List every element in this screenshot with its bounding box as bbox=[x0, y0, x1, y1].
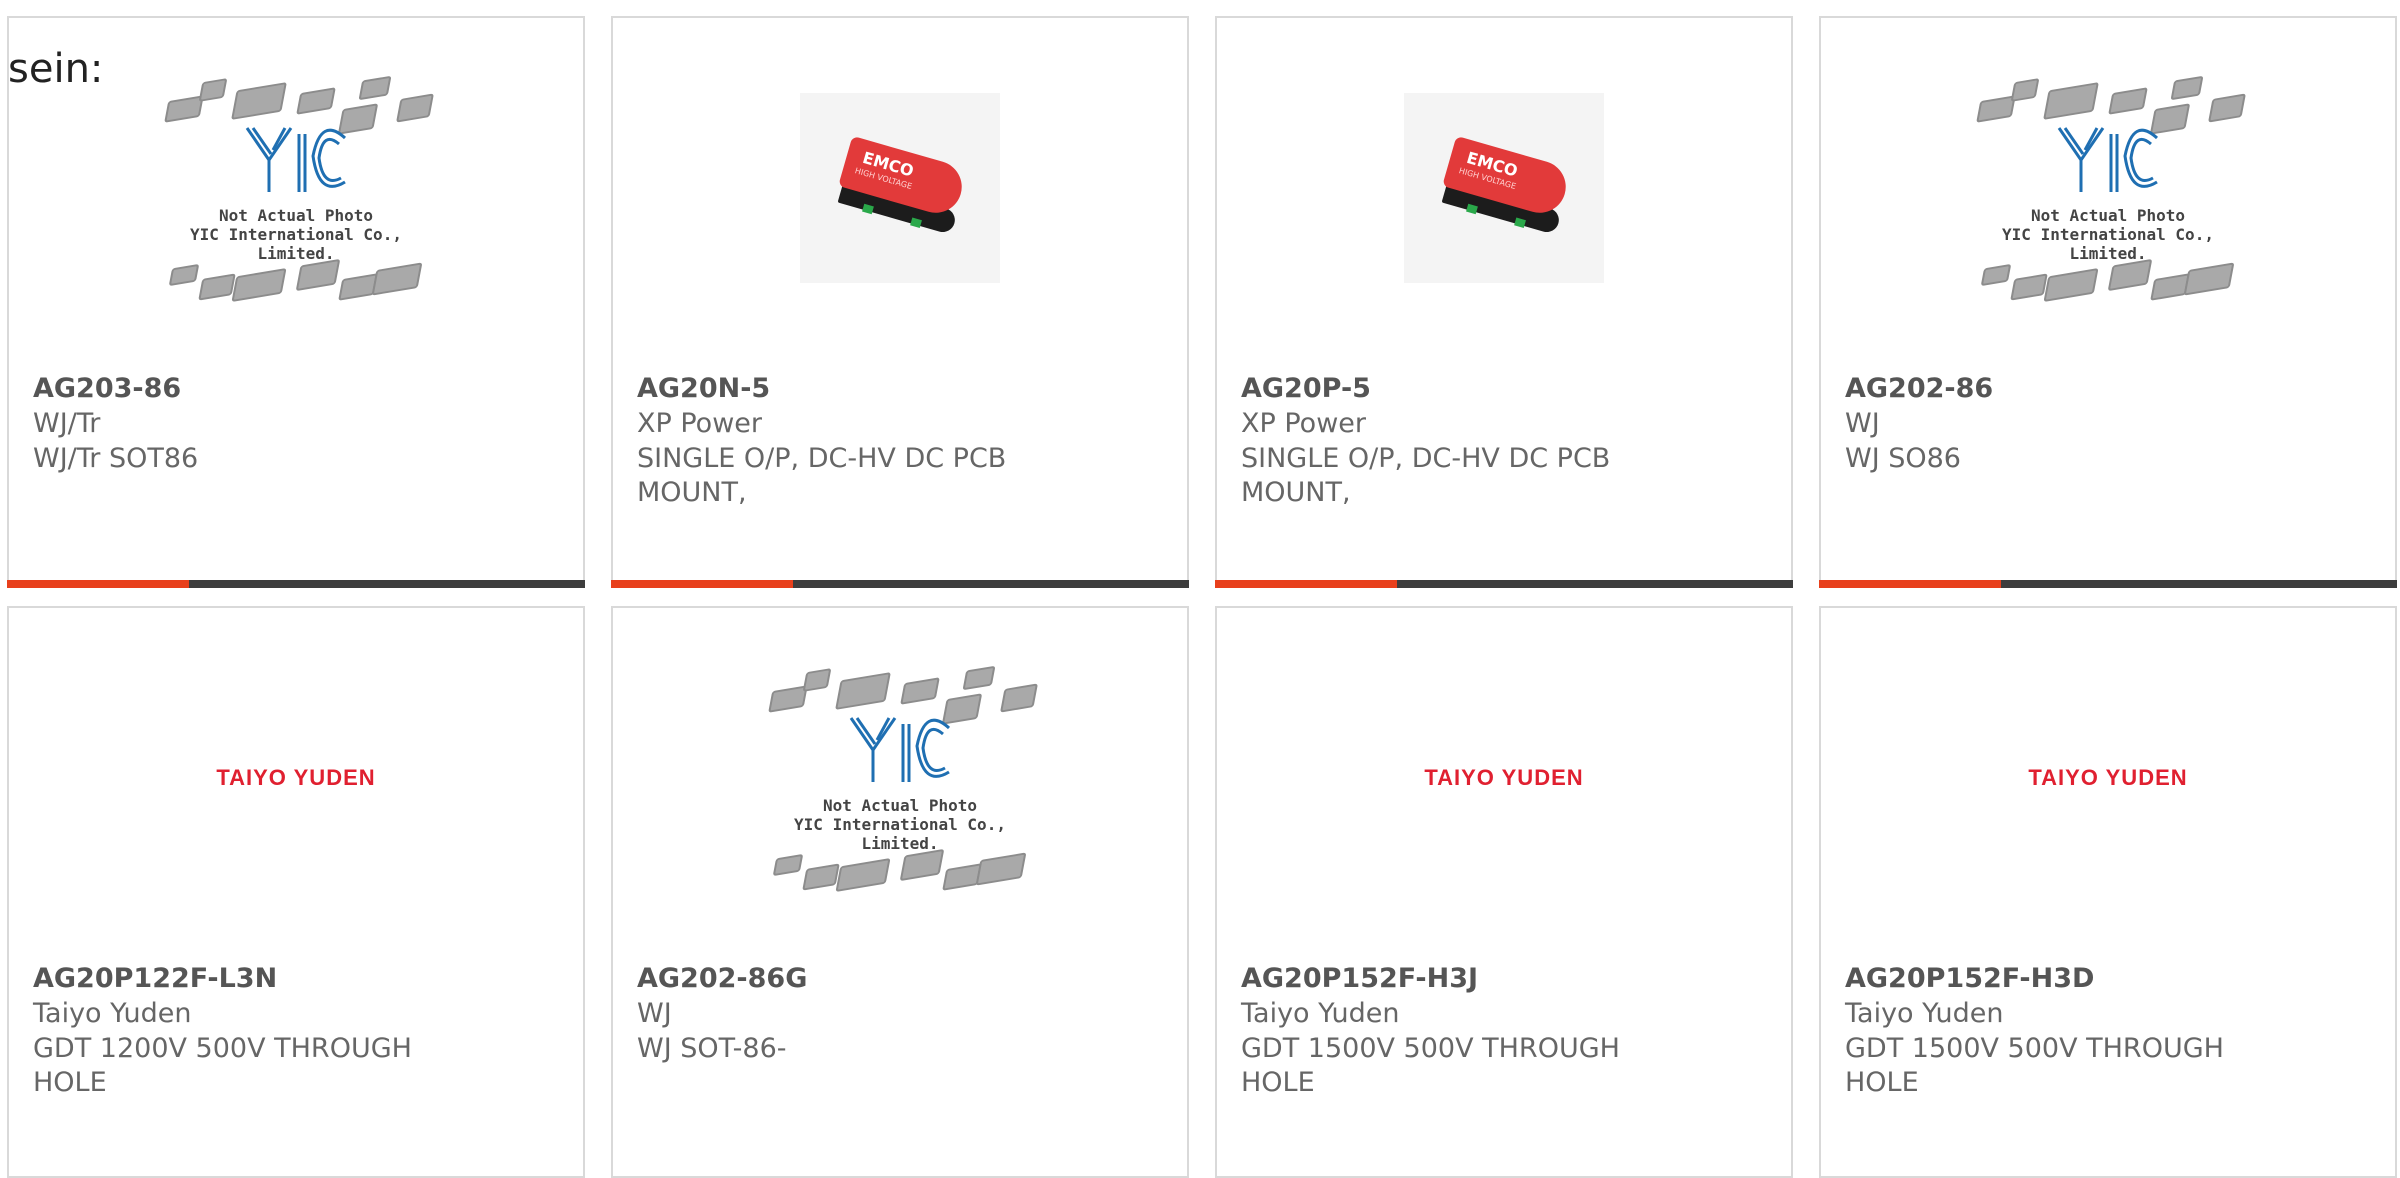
chip-graphic bbox=[231, 268, 287, 302]
chip-graphic bbox=[2107, 258, 2153, 292]
product-card[interactable]: EMCO HIGH VOLTAGE AG20P-5 XP Power SINGLE… bbox=[1215, 16, 1793, 588]
chip-graphic bbox=[198, 78, 228, 102]
taiyo-yuden-logo: TAIYO YUDEN bbox=[2028, 765, 2188, 790]
taiyo-yuden-logo: TAIYO YUDEN bbox=[216, 765, 376, 790]
chip-graphic bbox=[900, 677, 940, 705]
product-image[interactable]: Not Actual Photo YIC International Co., L… bbox=[1821, 18, 2395, 358]
placeholder-line2: YIC International Co., Limited. bbox=[190, 225, 402, 263]
product-manufacturer: Taiyo Yuden bbox=[1241, 998, 1400, 1029]
chip-graphic bbox=[2010, 78, 2040, 102]
product-grid: Not Actual Photo YIC International Co., L… bbox=[0, 0, 2400, 1178]
product-image[interactable]: TAIYO YUDEN bbox=[1217, 608, 1791, 948]
chip-graphic bbox=[2043, 82, 2099, 120]
card-bottom-bar bbox=[1819, 580, 2397, 588]
product-manufacturer: Taiyo Yuden bbox=[33, 998, 192, 1029]
chip-graphic bbox=[2170, 75, 2204, 101]
chip-graphic bbox=[295, 258, 341, 292]
chip-graphic bbox=[1980, 263, 2012, 287]
card-bottom-bar bbox=[611, 580, 1189, 588]
product-description: GDT 1500V 500V THROUGH HOLE bbox=[1241, 1033, 1620, 1098]
chip-graphic bbox=[2183, 262, 2235, 296]
chip-graphic bbox=[231, 82, 287, 120]
chip-graphic bbox=[358, 75, 392, 101]
product-card[interactable]: TAIYO YUDEN AG20P122F-L3N Taiyo Yuden GD… bbox=[7, 606, 585, 1178]
product-manufacturer: XP Power bbox=[1241, 408, 1366, 439]
product-description: SINGLE O/P, DC-HV DC PCB MOUNT, bbox=[637, 443, 1007, 508]
product-image[interactable]: Not Actual Photo YIC International Co., L… bbox=[613, 608, 1187, 948]
product-card[interactable]: TAIYO YUDEN AG20P152F-H3J Taiyo Yuden GD… bbox=[1215, 606, 1793, 1178]
chip-graphic bbox=[2043, 268, 2099, 302]
product-manufacturer: WJ/Tr bbox=[33, 408, 101, 439]
product-image[interactable]: EMCO HIGH VOLTAGE bbox=[1217, 18, 1791, 358]
chip-graphic bbox=[975, 852, 1027, 886]
placeholder-line1: Not Actual Photo bbox=[2030, 206, 2186, 225]
placeholder-line2: YIC International Co., Limited. bbox=[794, 815, 1006, 853]
chip-graphic bbox=[962, 665, 996, 691]
chip-graphic bbox=[371, 262, 423, 296]
placeholder-line2: YIC International Co., Limited. bbox=[2002, 225, 2214, 263]
product-part-number[interactable]: AG202-86G bbox=[637, 963, 807, 994]
yic-placeholder-image: Not Actual Photo YIC International Co., L… bbox=[161, 68, 434, 308]
product-part-number[interactable]: AG203-86 bbox=[33, 373, 181, 404]
product-card[interactable]: Not Actual Photo YIC International Co., L… bbox=[611, 606, 1189, 1178]
placeholder-line1: Not Actual Photo bbox=[822, 796, 978, 815]
emco-module-icon: EMCO HIGH VOLTAGE bbox=[1436, 135, 1572, 240]
product-image[interactable]: TAIYO YUDEN bbox=[9, 608, 583, 948]
product-manufacturer: Taiyo Yuden bbox=[1845, 998, 2004, 1029]
product-description: SINGLE O/P, DC-HV DC PCB MOUNT, bbox=[1241, 443, 1611, 508]
product-description: WJ/Tr SOT86 bbox=[33, 443, 199, 474]
chip-graphic bbox=[2150, 273, 2190, 301]
chip-graphic bbox=[168, 263, 200, 287]
product-image[interactable]: EMCO HIGH VOLTAGE bbox=[613, 18, 1187, 358]
chip-graphic bbox=[296, 87, 336, 115]
product-part-number[interactable]: AG20P152F-H3D bbox=[1845, 963, 2094, 994]
product-image[interactable]: TAIYO YUDEN bbox=[1821, 608, 2395, 948]
taiyo-yuden-logo: TAIYO YUDEN bbox=[1424, 765, 1584, 790]
product-card[interactable]: EMCO HIGH VOLTAGE AG20N-5 XP Power SINGLE… bbox=[611, 16, 1189, 588]
chip-graphic bbox=[2208, 93, 2246, 123]
chip-graphic bbox=[198, 273, 236, 301]
product-card[interactable]: TAIYO YUDEN AG20P152F-H3D Taiyo Yuden GD… bbox=[1819, 606, 2397, 1178]
yic-placeholder-image: Not Actual Photo YIC International Co., L… bbox=[1973, 68, 2246, 308]
product-description: WJ SOT-86- bbox=[637, 1033, 787, 1064]
chip-graphic bbox=[802, 668, 832, 692]
chip-graphic bbox=[835, 672, 891, 710]
product-card[interactable]: Not Actual Photo YIC International Co., L… bbox=[1819, 16, 2397, 588]
product-manufacturer: WJ bbox=[637, 998, 672, 1029]
product-description: WJ SO86 bbox=[1845, 443, 1961, 474]
product-manufacturer: WJ bbox=[1845, 408, 1880, 439]
emco-module-image: EMCO HIGH VOLTAGE bbox=[800, 93, 1000, 283]
product-part-number[interactable]: AG20P122F-L3N bbox=[33, 963, 277, 994]
product-part-number[interactable]: AG202-86 bbox=[1845, 373, 1993, 404]
intro-text: sein: bbox=[8, 46, 104, 92]
chip-graphic bbox=[835, 858, 891, 892]
chip-graphic bbox=[942, 863, 982, 891]
product-card[interactable]: Not Actual Photo YIC International Co., L… bbox=[7, 16, 585, 588]
chip-graphic bbox=[899, 848, 945, 882]
product-manufacturer: XP Power bbox=[637, 408, 762, 439]
yic-placeholder-image: Not Actual Photo YIC International Co., L… bbox=[765, 658, 1038, 898]
yic-logo-icon bbox=[2057, 127, 2159, 192]
chip-graphic bbox=[396, 93, 434, 123]
chip-graphic bbox=[772, 853, 804, 877]
yic-logo-icon bbox=[245, 127, 347, 192]
product-part-number[interactable]: AG20N-5 bbox=[637, 373, 770, 404]
chip-graphic bbox=[802, 863, 840, 891]
chip-graphic bbox=[1000, 683, 1038, 713]
product-part-number[interactable]: AG20P-5 bbox=[1241, 373, 1371, 404]
card-bottom-bar bbox=[7, 580, 585, 588]
chip-graphic bbox=[2010, 273, 2048, 301]
product-description: GDT 1500V 500V THROUGH HOLE bbox=[1845, 1033, 2224, 1098]
emco-module-icon: EMCO HIGH VOLTAGE bbox=[832, 135, 968, 240]
emco-module-image: EMCO HIGH VOLTAGE bbox=[1404, 93, 1604, 283]
yic-logo-icon bbox=[849, 717, 951, 782]
chip-graphic bbox=[338, 273, 378, 301]
card-bottom-bar bbox=[1215, 580, 1793, 588]
product-description: GDT 1200V 500V THROUGH HOLE bbox=[33, 1033, 412, 1098]
placeholder-line1: Not Actual Photo bbox=[218, 206, 374, 225]
product-part-number[interactable]: AG20P152F-H3J bbox=[1241, 963, 1478, 994]
chip-graphic bbox=[2108, 87, 2148, 115]
